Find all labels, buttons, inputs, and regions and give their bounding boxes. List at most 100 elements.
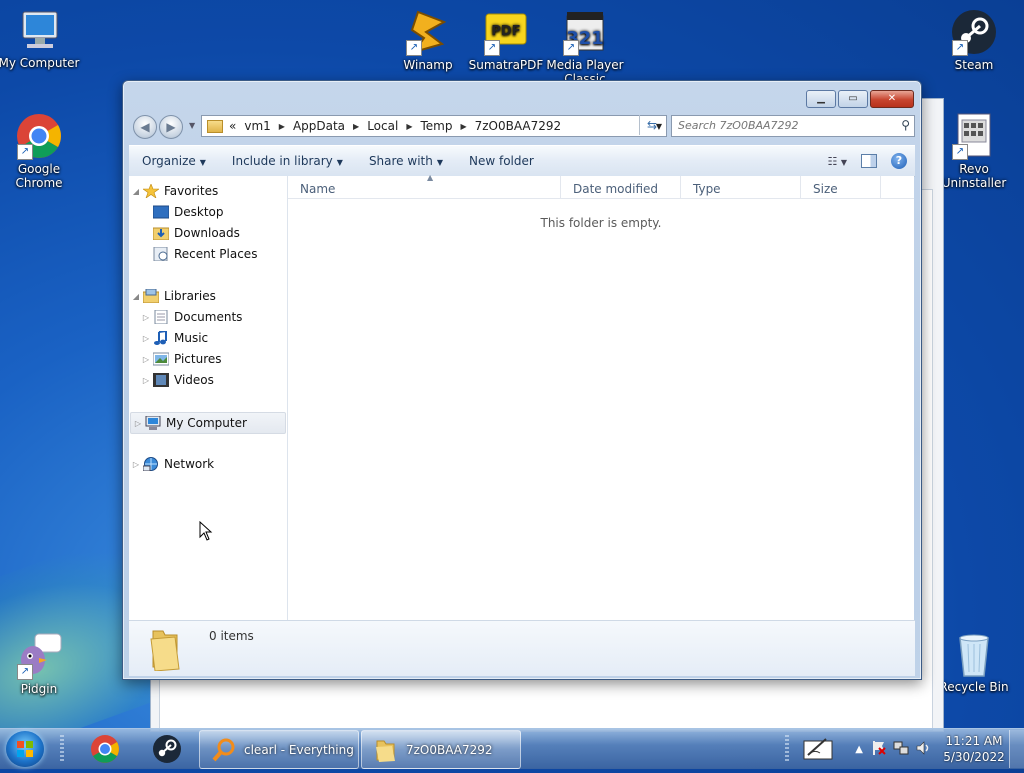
system-clock[interactable]: 11:21 AM 5/30/2022 [939, 733, 1009, 765]
expand-arrow-icon[interactable]: ▷ [131, 419, 145, 428]
folder-icon [207, 119, 223, 133]
sort-ascending-icon: ▲ [427, 173, 434, 182]
steam-desktop-icon[interactable]: ↗ Steam [932, 8, 1016, 72]
collapse-arrow-icon[interactable]: ◢ [129, 187, 143, 196]
recycle-bin-desktop-icon[interactable]: Recycle Bin [932, 630, 1016, 694]
nav-desktop[interactable]: Desktop [139, 202, 224, 222]
change-view-button[interactable]: ☷ ▼ [827, 155, 847, 168]
breadcrumb-current-folder[interactable]: 7zO0BAA7292 [475, 119, 562, 133]
taskbar-everything-button[interactable]: clearl - Everything [199, 730, 359, 769]
recent-pages-dropdown[interactable]: ▼ [189, 121, 195, 130]
tablet-input-panel-icon[interactable] [802, 735, 834, 763]
caption-buttons: ▁ ▭ ✕ [806, 90, 914, 108]
network-status-icon[interactable] [893, 740, 909, 759]
taskbar-chrome-button[interactable] [85, 732, 125, 766]
include-in-library-menu[interactable]: Include in library ▼ [219, 154, 356, 168]
action-center-flag-icon[interactable] [871, 740, 887, 759]
breadcrumb-separator-icon[interactable]: ▶ [460, 122, 466, 131]
svg-text:PDF: PDF [491, 24, 520, 39]
column-header-type[interactable]: Type [681, 176, 801, 198]
desktop-icon-label: Pidgin [20, 682, 58, 696]
breadcrumb-vm1[interactable]: vm1 [244, 119, 270, 133]
collapse-arrow-icon[interactable]: ◢ [129, 292, 143, 301]
show-desktop-button[interactable] [1009, 730, 1024, 768]
refresh-icon: ⇆ [646, 118, 658, 132]
toolbar-grip[interactable] [785, 735, 789, 763]
share-with-label: Share with [368, 154, 433, 168]
pictures-icon [152, 352, 170, 366]
nav-my-computer[interactable]: ▷ My Computer [130, 412, 286, 434]
media-player-classic-icon: 321 ↗ [561, 8, 609, 56]
share-with-menu[interactable]: Share with ▼ [356, 154, 456, 168]
address-bar[interactable]: « vm1 ▶ AppData ▶ Local ▶ Temp ▶ 7zO0BAA… [201, 115, 667, 137]
nav-music-label: Music [174, 331, 209, 345]
desktop-icon-label: Recycle Bin [939, 680, 1009, 694]
my-computer-desktop-icon[interactable]: My Computer [0, 6, 81, 70]
taskbar-grip[interactable] [60, 735, 64, 763]
breadcrumb-separator-icon[interactable]: ▶ [353, 122, 359, 131]
help-button[interactable]: ? [891, 153, 907, 169]
explorer-window[interactable]: ▁ ▭ ✕ ◀ ▶ ▼ « vm1 ▶ AppData ▶ Local ▶ Te… [122, 80, 922, 680]
nav-documents-label: Documents [174, 310, 243, 324]
volume-speaker-icon[interactable] [915, 740, 931, 759]
media-player-classic-desktop-icon[interactable]: 321 ↗ Media Player Classic [543, 8, 627, 84]
new-folder-button[interactable]: New folder [456, 154, 547, 168]
start-button[interactable] [6, 731, 44, 767]
details-pane: 0 items [129, 620, 915, 676]
search-icon[interactable]: ⚲ [901, 118, 910, 132]
windows-logo-icon [17, 741, 33, 757]
empty-folder-message: This folder is empty. [540, 216, 662, 230]
nav-recent-places[interactable]: Recent Places [139, 244, 257, 264]
maximize-button[interactable]: ▭ [838, 90, 868, 108]
breadcrumb-appdata[interactable]: AppData [293, 119, 345, 133]
forward-button[interactable]: ▶ [159, 115, 183, 139]
search-input[interactable] [672, 116, 894, 134]
breadcrumb-local[interactable]: Local [367, 119, 398, 133]
breadcrumb-overflow[interactable]: « [229, 119, 236, 133]
expand-arrow-icon[interactable]: ▷ [129, 460, 143, 469]
nav-favorites[interactable]: ◢ Favorites [129, 181, 218, 201]
breadcrumb-temp[interactable]: Temp [420, 119, 452, 133]
expand-arrow-icon[interactable]: ▷ [139, 313, 153, 322]
item-count: 0 items [209, 629, 254, 643]
column-header-name[interactable]: Name [288, 176, 561, 198]
column-header-size[interactable]: Size [801, 176, 881, 198]
chevron-down-icon: ▼ [436, 158, 443, 167]
nav-network[interactable]: ▷ Network [129, 454, 214, 474]
taskbar-steam-button[interactable] [147, 732, 187, 766]
nav-pictures[interactable]: ▷ Pictures [139, 349, 222, 369]
breadcrumb-separator-icon[interactable]: ▶ [406, 122, 412, 131]
back-button[interactable]: ◀ [133, 115, 157, 139]
google-chrome-desktop-icon[interactable]: ↗ Google Chrome [0, 112, 81, 190]
pidgin-desktop-icon[interactable]: ↗ Pidgin [0, 632, 81, 696]
desktop-icon-label: Revo Uninstaller [941, 162, 1007, 190]
minimize-button[interactable]: ▁ [806, 90, 836, 108]
chevron-down-icon: ▼ [336, 158, 343, 167]
winamp-desktop-icon[interactable]: ↗ Winamp [386, 8, 470, 72]
show-hidden-icons-arrow-icon[interactable]: ▲ [855, 744, 863, 755]
taskbar-explorer-button[interactable]: 7zO0BAA7292 [361, 730, 521, 769]
organize-menu[interactable]: Organize ▼ [129, 154, 219, 168]
revo-uninstaller-desktop-icon[interactable]: ↗ Revo Uninstaller [932, 112, 1016, 190]
sumatrapdf-icon: PDF ↗ [482, 8, 530, 56]
file-list-pane[interactable]: ▲ Name Date modified Type Size This fold… [288, 173, 914, 620]
expand-arrow-icon[interactable]: ▷ [139, 376, 153, 385]
folder-large-icon [149, 627, 181, 672]
nav-downloads[interactable]: Downloads [139, 223, 240, 243]
search-box[interactable]: ⚲ [671, 115, 915, 137]
sumatrapdf-desktop-icon[interactable]: PDF ↗ SumatraPDF [464, 8, 548, 72]
expand-arrow-icon[interactable]: ▷ [139, 334, 153, 343]
nav-music[interactable]: ▷ Music [139, 328, 208, 348]
desktop-icon-label: Google Chrome [15, 162, 63, 190]
nav-documents[interactable]: ▷ Documents [139, 307, 242, 327]
column-header-date-modified[interactable]: Date modified [561, 176, 681, 198]
refresh-button[interactable]: ⇆ [639, 115, 664, 135]
nav-videos[interactable]: ▷ Videos [139, 370, 214, 390]
preview-pane-button[interactable] [861, 154, 877, 168]
navigation-pane: ◢ Favorites Desktop Downloads Recent Pla… [129, 176, 288, 620]
breadcrumb-separator-icon[interactable]: ▶ [279, 122, 285, 131]
nav-libraries-label: Libraries [164, 289, 216, 303]
nav-libraries[interactable]: ◢ Libraries [129, 286, 216, 306]
close-button[interactable]: ✕ [870, 90, 914, 108]
expand-arrow-icon[interactable]: ▷ [139, 355, 153, 364]
